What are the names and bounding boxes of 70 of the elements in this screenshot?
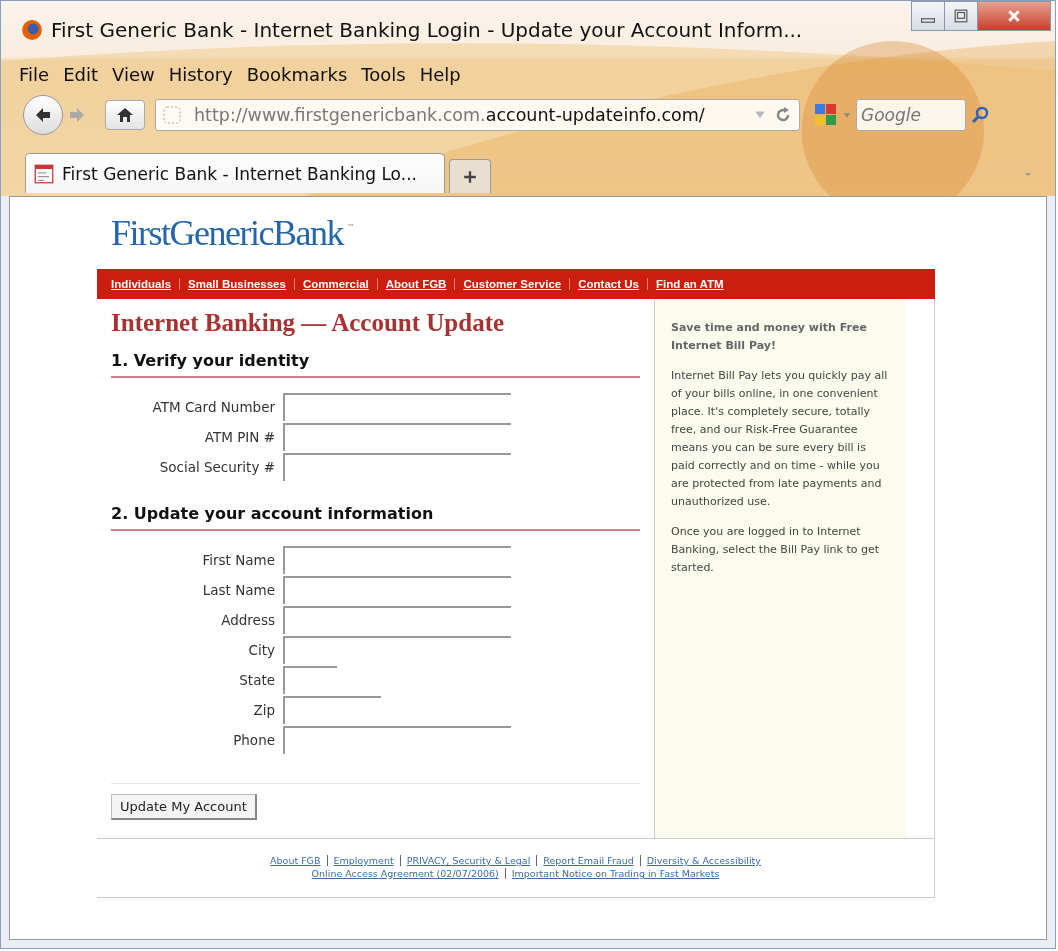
- input-field[interactable]: [283, 606, 511, 634]
- back-button[interactable]: [23, 95, 63, 135]
- browser-logo-icon: [21, 19, 43, 41]
- field-label: First Name: [201, 552, 275, 568]
- footer-link[interactable]: Employment: [326, 855, 400, 866]
- input-field[interactable]: [283, 393, 511, 421]
- field-label: Zip: [252, 702, 275, 718]
- home-icon: [115, 105, 135, 125]
- field-label: Last Name: [201, 582, 275, 598]
- bank-logo[interactable]: FirstGenericBank: [111, 212, 343, 254]
- search-engine-icon[interactable]: [814, 103, 838, 127]
- menu-item[interactable]: Help: [419, 63, 461, 85]
- input-field[interactable]: [283, 423, 511, 451]
- footer-link[interactable]: PRIVACY, Security & Legal: [399, 855, 537, 866]
- search-icon[interactable]: [970, 105, 990, 125]
- menu-item[interactable]: History: [168, 63, 233, 85]
- field-label: City: [247, 642, 275, 658]
- minimize-button[interactable]: [911, 1, 945, 31]
- update-account-button[interactable]: Update My Account: [111, 794, 257, 820]
- site-identity-icon: [162, 105, 182, 125]
- menu-item[interactable]: File: [19, 63, 50, 85]
- page-icon: [34, 163, 54, 184]
- search-field[interactable]: Google: [856, 99, 966, 131]
- home-button[interactable]: [105, 100, 145, 130]
- input-field[interactable]: [283, 666, 337, 694]
- maximize-icon: [954, 9, 968, 23]
- promo-text: Internet Bill Pay lets you quickly pay all of your bills online, in one convenient place. It's completely secure, totally free, and our Risk-Free Guarantee means you can be sure every bill is paid correctly and on time - while you are protected from late payments and unauthorized use.: [671, 368, 889, 510]
- close-button[interactable]: [977, 1, 1051, 31]
- page-heading: Internet Banking — Account Update: [111, 309, 506, 337]
- trademark-mark: ™: [346, 222, 355, 232]
- field-label: Social Security #: [158, 459, 275, 475]
- footer-link[interactable]: Report Email Fraud: [536, 855, 640, 866]
- menu-item[interactable]: View: [112, 63, 155, 85]
- forward-arrow-icon[interactable]: [67, 105, 87, 125]
- close-icon: [1007, 9, 1021, 23]
- maximize-button[interactable]: [944, 1, 978, 31]
- nav-link[interactable]: Individuals: [111, 278, 180, 290]
- input-field[interactable]: [283, 546, 511, 574]
- footer-link[interactable]: Diversity & Accessibility: [639, 855, 767, 866]
- input-field[interactable]: [283, 576, 511, 604]
- promo-text: Once you are logged in to Internet Banking, select the Bill Pay link to get started.: [671, 524, 880, 576]
- footer-link[interactable]: About FGB: [264, 855, 327, 866]
- field-label: Address: [220, 612, 275, 628]
- input-field[interactable]: [283, 696, 381, 724]
- menu-item[interactable]: Bookmarks: [246, 63, 348, 85]
- nav-link[interactable]: Small Businesses: [179, 278, 294, 290]
- nav-link[interactable]: About FGB: [376, 278, 455, 290]
- field-label: State: [238, 672, 275, 688]
- field-label: ATM Card Number: [151, 399, 275, 415]
- promo-headline: Save time and money with Free Internet Bill Pay!: [671, 320, 868, 354]
- footer-link[interactable]: Important Notice on Trading in Fast Markets: [504, 868, 726, 879]
- nav-link[interactable]: Contact Us: [569, 278, 647, 290]
- menu-item[interactable]: Edit: [63, 63, 98, 85]
- window-title: First Generic Bank - Internet Banking Login - Update your Account Inform...: [51, 18, 804, 42]
- menu-item[interactable]: Tools: [361, 63, 406, 85]
- plus-icon: [463, 169, 477, 184]
- dropdown-arrow-icon[interactable]: [842, 110, 852, 120]
- field-label: ATM PIN #: [203, 429, 275, 445]
- footer-link[interactable]: Online Access Agreement (02/07/2006): [305, 868, 505, 879]
- field-label: Phone: [232, 732, 275, 748]
- nav-link[interactable]: Commercial: [293, 278, 377, 290]
- new-tab-button[interactable]: [449, 159, 491, 193]
- section-heading: 2. Update your account information: [111, 504, 640, 531]
- minimize-icon: [921, 17, 935, 23]
- nav-link[interactable]: Customer Service: [454, 278, 570, 290]
- address-field[interactable]: http://www.firstgenericbank.com.account-updateinfo.com/: [155, 99, 800, 131]
- section-heading: 1. Verify your identity: [111, 351, 640, 378]
- nav-link[interactable]: Find an ATM: [646, 278, 732, 290]
- url-text: http://www.firstgenericbank.com.account-updateinfo.com/: [194, 105, 706, 125]
- browser-tab[interactable]: First Generic Bank - Internet Banking Lo...: [25, 153, 445, 193]
